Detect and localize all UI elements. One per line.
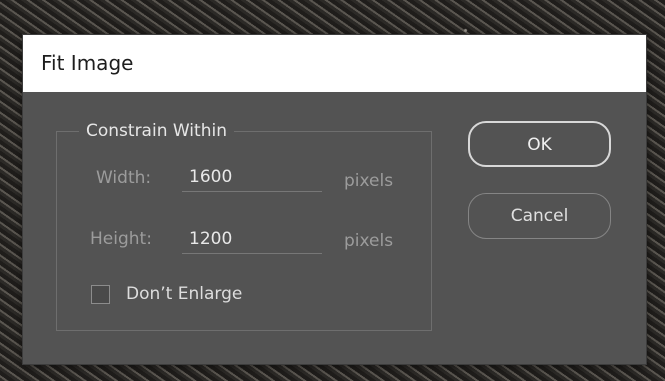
dont-enlarge-label[interactable]: Don’t Enlarge (126, 282, 242, 306)
dialog-titlebar[interactable]: Fit Image (23, 35, 646, 92)
constrain-within-legend: Constrain Within (79, 118, 234, 144)
ok-button[interactable]: OK (468, 121, 611, 167)
height-input[interactable]: 1200 (182, 226, 322, 254)
dialog-title: Fit Image (41, 51, 134, 75)
height-label: Height: (90, 229, 152, 249)
height-unit: pixels (344, 231, 394, 251)
dont-enlarge-checkbox[interactable] (91, 285, 110, 304)
width-input[interactable]: 1600 (182, 164, 322, 192)
width-label: Width: (96, 168, 152, 188)
fit-image-dialog: Fit Image Constrain Within Width: 1600 p… (22, 34, 647, 365)
width-value: 1600 (189, 167, 233, 187)
width-unit: pixels (344, 171, 394, 191)
cancel-button[interactable]: Cancel (468, 193, 611, 239)
height-value: 1200 (189, 229, 233, 249)
